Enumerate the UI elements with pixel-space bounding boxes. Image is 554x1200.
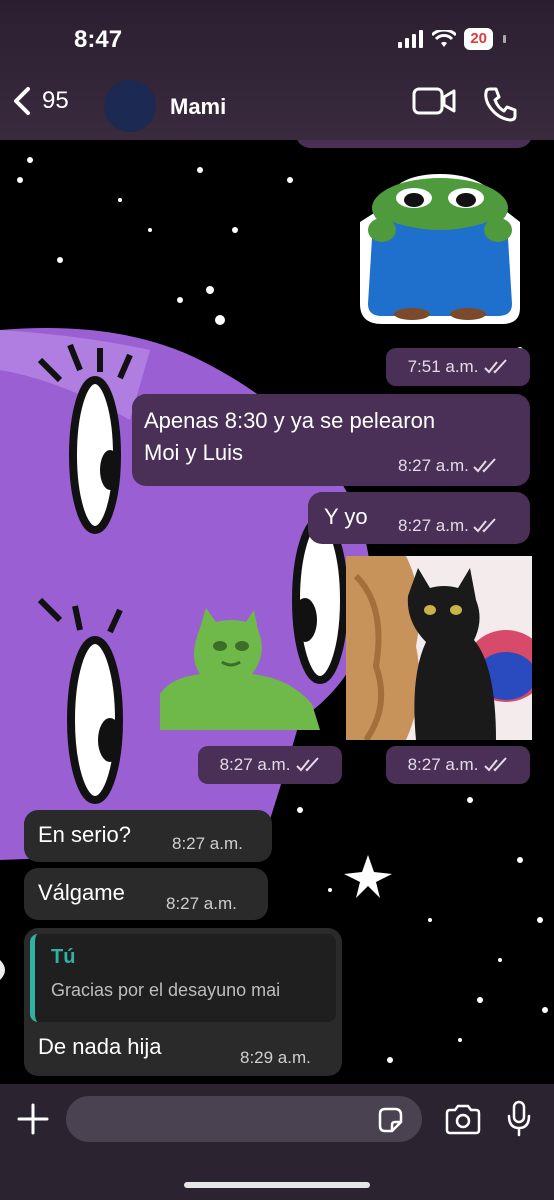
outgoing-message[interactable]: Y yo 8:27 a.m. [308,492,530,544]
message-meta: 8:27 a.m. [398,516,497,536]
timestamp-text: 8:27 a.m. [407,755,479,774]
camera-icon[interactable] [444,1104,482,1136]
double-check-icon [484,359,508,374]
mic-icon[interactable] [506,1100,532,1138]
battery-cap [503,35,506,43]
quote-text: Gracias por el desayuno mai [51,980,281,1000]
timestamp-text: 8:29 a.m. [240,1048,311,1067]
green-cat-sticker[interactable] [160,608,320,730]
phone-icon[interactable] [482,86,518,122]
message-text: Válgame [38,880,125,905]
message-text: De nada hija [38,1034,162,1059]
message-text: Y yo [324,504,368,529]
sticker-icon[interactable] [376,1106,404,1134]
double-check-icon [473,518,496,533]
timestamp-text: 8:27 a.m. [398,516,469,535]
status-icons: 20 [398,28,506,50]
message-meta: 8:29 a.m. [240,1048,311,1068]
contact-name[interactable]: Mami [170,94,226,120]
sticker-timestamp: 7:51 a.m. [386,348,530,386]
incoming-reply-message[interactable]: Tú Gracias por el desayuno mai De nada h… [24,928,342,1076]
timestamp-text: 8:27 a.m. [172,834,243,853]
outgoing-message[interactable]: Apenas 8:30 y ya se pelearon Moi y Luis … [132,394,530,486]
unread-count: 95 [42,87,69,114]
timestamp-text: 8:27 a.m. [219,755,291,774]
wifi-icon [432,30,457,47]
top-bar: 8:47 20 95 Mami [0,0,554,140]
message-line-2: Moi y Luis [144,440,244,465]
message-meta: 8:27 a.m. [398,456,497,476]
quote-author: Tú [51,946,76,968]
status-time: 8:47 [74,26,123,53]
avatar[interactable] [104,80,156,132]
incoming-message[interactable]: En serio? 8:27 a.m. [24,810,272,862]
video-call-icon[interactable] [412,86,456,116]
chat-header: 95 Mami [0,78,554,134]
message-line-1: Apenas 8:30 y ya se pelearon [144,408,436,433]
message-input[interactable] [66,1096,422,1142]
frog-sticker[interactable] [352,168,528,330]
message-meta: 8:27 a.m. [166,894,237,914]
double-check-icon [473,458,496,473]
incoming-message[interactable]: Válgame 8:27 a.m. [24,868,268,920]
message-meta: 8:27 a.m. [172,834,243,854]
signal-icon [398,30,424,48]
battery-indicator: 20 [464,28,493,50]
timestamp-text: 8:27 a.m. [166,894,237,913]
timestamp-text: 7:51 a.m. [407,357,479,376]
sticker-timestamp: 8:27 a.m. [386,746,530,784]
double-check-icon [296,757,320,772]
cats-photo-sticker[interactable] [346,556,532,740]
home-indicator [184,1182,370,1188]
quoted-message[interactable]: Tú Gracias por el desayuno mai [30,934,336,1022]
message-text: En serio? [38,822,131,847]
plus-icon[interactable] [16,1102,50,1136]
double-check-icon [484,757,508,772]
back-chevron-icon [14,87,30,115]
sticker-timestamp: 8:27 a.m. [198,746,342,784]
back-button[interactable]: 95 [12,86,69,116]
timestamp-text: 8:27 a.m. [398,456,469,475]
